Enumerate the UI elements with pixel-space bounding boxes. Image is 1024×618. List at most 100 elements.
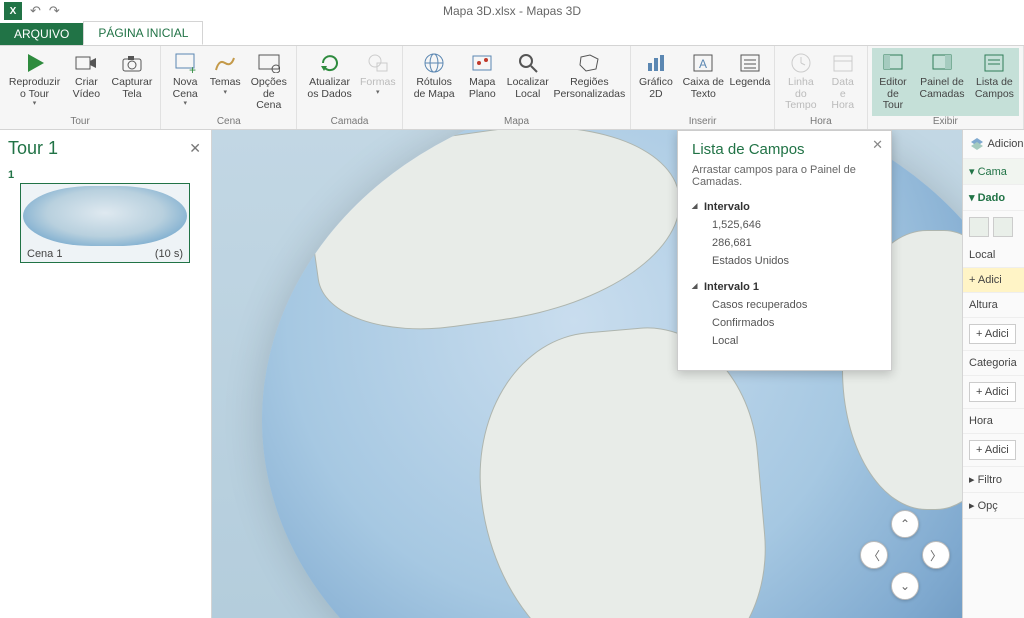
group-label-scene: Cena (217, 116, 241, 129)
scene-options-button[interactable]: Opções de Cena (245, 48, 292, 116)
filters-row[interactable]: ▸ Filtro (963, 467, 1024, 493)
tour-editor-button[interactable]: Editor de Tour (872, 48, 914, 116)
group-label-view: Exibir (933, 116, 958, 129)
group-label-layer: Camada (331, 116, 369, 129)
tour-editor-icon (881, 51, 905, 75)
field-item[interactable]: Confirmados (692, 314, 877, 332)
excel-icon: X (4, 2, 22, 20)
themes-icon (213, 51, 237, 75)
field-list-title: Lista de Campos (692, 141, 877, 158)
textbox-button[interactable]: A Caixa de Texto (677, 48, 730, 116)
flat-map-button[interactable]: Mapa Plano (461, 48, 503, 116)
field-item[interactable]: 1,525,646 (692, 216, 877, 234)
calendar-icon (831, 51, 855, 75)
dropdown-caret-icon: ▾ (223, 89, 227, 97)
svg-text:A: A (699, 57, 707, 71)
create-video-button[interactable]: Criar Vídeo (65, 48, 108, 116)
play-icon (23, 51, 47, 75)
capture-screen-button[interactable]: Capturar Tela (108, 48, 157, 116)
options-row[interactable]: ▸ Opç (963, 493, 1024, 519)
navigation-pad: ⌃ 〈 〉 ⌄ (860, 510, 950, 600)
legend-icon (738, 51, 762, 75)
camera-icon (120, 51, 144, 75)
regions-icon (577, 51, 601, 75)
nav-left-button[interactable]: 〈 (860, 541, 888, 569)
find-location-button[interactable]: Localizar Local (503, 48, 552, 116)
height-label: Altura (963, 293, 1024, 318)
dropdown-caret-icon: ▾ (376, 89, 380, 97)
textbox-icon: A (691, 51, 715, 75)
data-header[interactable]: ▾ Dado (963, 185, 1024, 211)
scene-thumbnail[interactable]: Cena 1 (10 s) (20, 183, 190, 263)
new-scene-button[interactable]: + Nova Cena ▾ (165, 48, 205, 116)
chart-type-icon[interactable] (993, 217, 1013, 237)
group-label-tour: Tour (70, 116, 89, 129)
chart-type-icons[interactable] (963, 211, 1024, 243)
tab-file[interactable]: ARQUIVO (0, 23, 83, 45)
themes-button[interactable]: Temas ▾ (205, 48, 245, 116)
datetime-button: Data e Hora (823, 48, 863, 116)
clock-icon (789, 51, 813, 75)
field-list-icon (982, 51, 1006, 75)
new-scene-icon: + (173, 51, 197, 75)
tab-home[interactable]: PÁGINA INICIAL (83, 21, 203, 45)
timeline-button: Linha do Tempo (779, 48, 823, 116)
map-canvas[interactable]: ✕ Lista de Campos Arrastar campos para o… (212, 130, 962, 618)
tour-editor-pane: Tour 1 ✕ 1 Cena 1 (10 s) (0, 130, 212, 618)
nav-right-button[interactable]: 〉 (922, 541, 950, 569)
undo-icon[interactable]: ↶ (30, 3, 41, 19)
globe-thumbnail-icon (23, 186, 187, 246)
field-list-popup: ✕ Lista de Campos Arrastar campos para o… (677, 130, 892, 371)
field-item[interactable]: Local (692, 332, 877, 350)
window-title: Mapa 3D.xlsx - Mapas 3D (443, 4, 581, 18)
close-icon[interactable]: ✕ (872, 137, 883, 153)
shapes-icon (366, 51, 390, 75)
scene-duration: (10 s) (155, 248, 183, 260)
flat-map-icon (470, 51, 494, 75)
scene-name: Cena 1 (27, 248, 62, 260)
svg-text:+: + (189, 63, 196, 74)
map-labels-button[interactable]: Rótulos de Mapa (407, 48, 462, 116)
field-group-header[interactable]: Intervalo (692, 198, 877, 216)
refresh-data-button[interactable]: Atualizar os Dados (301, 48, 357, 116)
add-field-button[interactable]: + Adici (963, 268, 1024, 293)
field-item[interactable]: Casos recuperados (692, 296, 877, 314)
layers-icon (969, 136, 985, 152)
play-tour-button[interactable]: Reproduzir o Tour ▾ (4, 48, 65, 116)
custom-regions-button[interactable]: Regiões Personalizadas (552, 48, 626, 116)
layer-pane-icon (930, 51, 954, 75)
nav-up-button[interactable]: ⌃ (891, 510, 919, 538)
field-item[interactable]: 286,681 (692, 234, 877, 252)
local-label: Local (963, 243, 1024, 268)
video-icon (74, 51, 98, 75)
find-icon (516, 51, 540, 75)
layer-header[interactable]: ▾ Cama (963, 159, 1024, 185)
add-height-button[interactable]: + Adici (963, 318, 1024, 351)
close-icon[interactable]: ✕ (189, 140, 201, 157)
dropdown-caret-icon: ▾ (33, 100, 37, 108)
field-list-subtitle: Arrastar campos para o Painel de Camadas… (692, 164, 877, 188)
add-layer-row[interactable]: Adiciona (963, 130, 1024, 159)
field-group-header[interactable]: Intervalo 1 (692, 278, 877, 296)
tour-title: Tour 1 (8, 138, 203, 159)
options-icon (257, 51, 281, 75)
field-list-button[interactable]: Lista de Campos (970, 48, 1019, 116)
scene-index: 1 (8, 169, 203, 181)
add-category-button[interactable]: + Adici (963, 376, 1024, 409)
layer-pane: Adiciona ▾ Cama ▾ Dado Local + Adici Alt… (962, 130, 1024, 618)
refresh-icon (318, 51, 342, 75)
group-label-map: Mapa (504, 116, 529, 129)
ribbon: Reproduzir o Tour ▾ Criar Vídeo Capturar… (0, 46, 1024, 130)
category-label: Categoria (963, 351, 1024, 376)
field-item[interactable]: Estados Unidos (692, 252, 877, 270)
chart2d-button[interactable]: Gráfico 2D (635, 48, 676, 116)
nav-down-button[interactable]: ⌄ (891, 572, 919, 600)
group-label-time: Hora (810, 116, 832, 129)
legend-button[interactable]: Legenda (730, 48, 770, 116)
dropdown-caret-icon: ▾ (183, 100, 187, 108)
chart-type-icon[interactable] (969, 217, 989, 237)
time-label: Hora (963, 409, 1024, 434)
redo-icon[interactable]: ↷ (49, 3, 60, 19)
add-time-button[interactable]: + Adici (963, 434, 1024, 467)
layer-pane-button[interactable]: Painel de Camadas (914, 48, 970, 116)
